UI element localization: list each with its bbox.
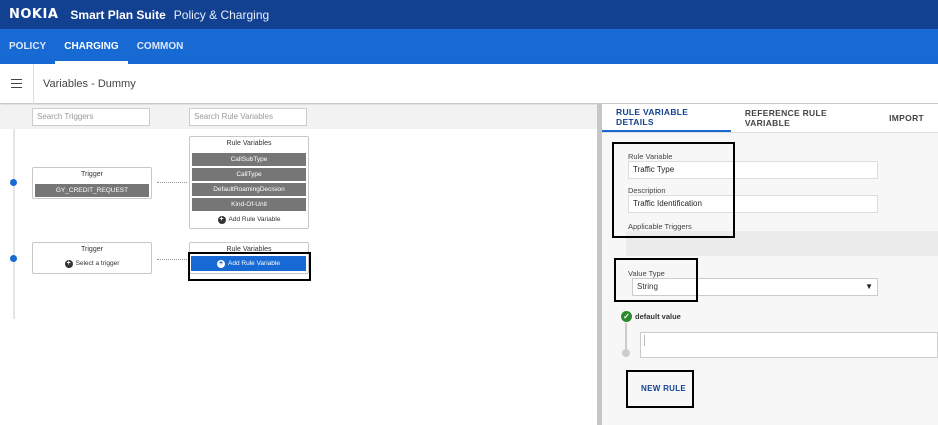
add-rule-variable-link[interactable]: + Add Rule Variable [190,213,308,226]
add-icon: + [217,215,226,224]
select-trigger-link[interactable]: + Select a trigger [33,257,151,270]
rule-variables-card: Rule Variables CallSubType CallType Defa… [189,136,309,229]
module-name: Policy & Charging [173,7,270,22]
rule-variable-item[interactable]: CallType [192,168,306,181]
trigger-card[interactable]: Trigger + Select a trigger [32,242,152,274]
tab-import[interactable]: IMPORT [875,104,938,132]
flow-canvas: Search Triggers Search Rule Variables Tr… [0,105,600,425]
search-rule-variables-input[interactable]: Search Rule Variables [189,108,307,126]
nav-tab-policy[interactable]: POLICY [0,29,55,64]
search-row: Search Triggers Search Rule Variables [0,105,600,129]
nokia-logo: NOKIA [9,7,59,22]
tab-rule-variable-details[interactable]: RULE VARIABLE DETAILS [602,104,731,132]
trigger-header: Trigger [81,246,103,253]
rule-variable-item[interactable]: DefaultRoamingDecision [192,183,306,196]
select-trigger-label: Select a trigger [75,260,120,267]
trigger-value[interactable]: GY_CREDIT_REQUEST [35,184,149,197]
rule-variables-header: Rule Variables [226,140,272,147]
app-header: NOKIA Smart Plan Suite Policy & Charging [0,0,938,29]
timeline-line [13,129,15,319]
timeline-dot [622,349,630,357]
rule-variable-item[interactable]: CallSubType [192,153,306,166]
highlight-box [188,252,311,281]
nav-tab-common[interactable]: COMMON [128,29,193,64]
default-value-caret [644,335,938,346]
tab-reference-rule-variable[interactable]: REFERENCE RULE VARIABLE [731,104,875,132]
add-icon: + [64,259,73,268]
chevron-down-icon: ▼ [865,282,873,291]
rule-variable-item[interactable]: Kind-Of-Unit [192,198,306,211]
details-panel: RULE VARIABLE DETAILS REFERENCE RULE VAR… [602,104,938,425]
suite-name: Smart Plan Suite [70,7,166,22]
highlight-box [612,142,735,238]
connector-line [157,182,187,183]
timeline-dot [10,255,17,262]
check-icon: ✓ [621,311,632,322]
page-title: Variables - Dummy [43,77,136,90]
trigger-card[interactable]: Trigger GY_CREDIT_REQUEST [32,167,152,199]
details-tabs: RULE VARIABLE DETAILS REFERENCE RULE VAR… [602,104,938,133]
trigger-header: Trigger [81,171,103,178]
connector-line [157,259,187,260]
add-rule-variable-label: Add Rule Variable [228,216,281,223]
connector-line [625,323,627,351]
default-value-label: default value [635,312,681,321]
nav-tab-charging[interactable]: CHARGING [55,29,128,64]
search-triggers-input[interactable]: Search Triggers [32,108,150,126]
menu-icon[interactable] [0,63,34,104]
highlight-box [614,258,698,302]
main-nav: POLICY CHARGING COMMON [0,29,938,64]
page-header: Variables - Dummy [0,63,938,104]
highlight-box [626,370,694,408]
timeline-dot [10,179,17,186]
